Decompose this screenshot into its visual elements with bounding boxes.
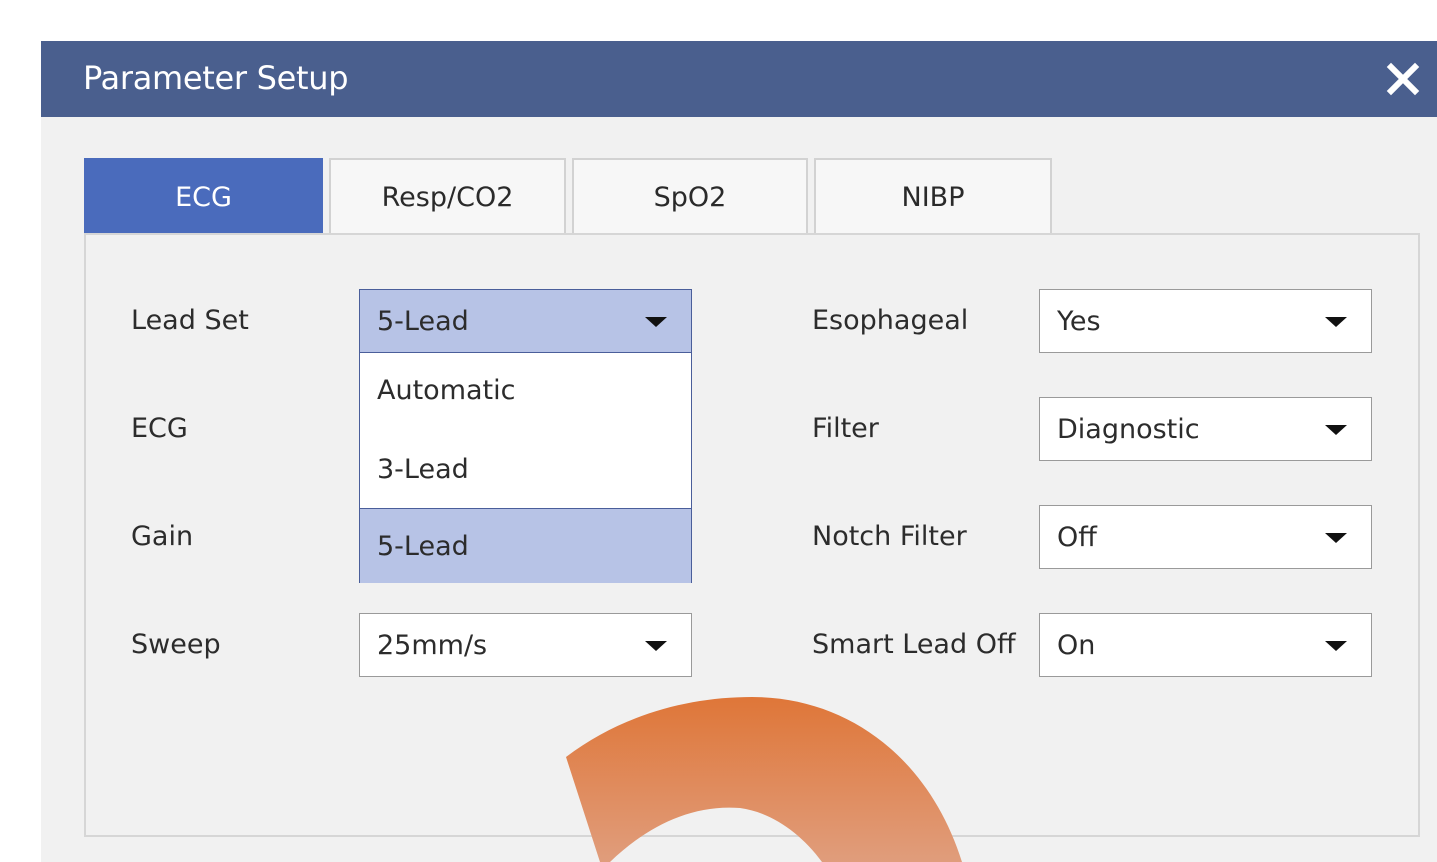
tab-resp-co2[interactable]: Resp/CO2	[329, 158, 566, 234]
tab-label: ECG	[175, 181, 232, 213]
notch-filter-label: Notch Filter	[812, 521, 967, 552]
esophageal-label: Esophageal	[812, 305, 969, 336]
lead-set-value: 5-Lead	[377, 306, 469, 337]
smart-lead-off-value: On	[1057, 630, 1096, 661]
chevron-down-icon	[1325, 317, 1347, 327]
parameter-setup-dialog: Parameter Setup ECG Resp/CO2 SpO2 NIBP L…	[41, 41, 1437, 862]
filter-value: Diagnostic	[1057, 414, 1200, 445]
tab-spo2[interactable]: SpO2	[572, 158, 808, 234]
option-label: Automatic	[377, 375, 516, 406]
close-icon	[1386, 62, 1420, 96]
chevron-down-icon	[1325, 641, 1347, 651]
sweep-select[interactable]: 25mm/s	[359, 613, 692, 677]
sweep-label: Sweep	[131, 629, 221, 660]
chevron-down-icon	[1325, 533, 1347, 543]
dropdown-option-5-lead[interactable]: 5-Lead	[360, 508, 691, 583]
ecg-label: ECG	[131, 413, 188, 444]
lead-set-select[interactable]: 5-Lead	[359, 289, 692, 353]
lead-set-dropdown-list: Automatic 3-Lead 5-Lead	[359, 353, 692, 583]
notch-filter-value: Off	[1057, 522, 1097, 553]
lead-set-label: Lead Set	[131, 305, 249, 336]
option-label: 3-Lead	[377, 454, 469, 485]
tab-nibp[interactable]: NIBP	[814, 158, 1052, 234]
sweep-value: 25mm/s	[377, 630, 488, 661]
chevron-down-icon	[1325, 425, 1347, 435]
tab-ecg[interactable]: ECG	[84, 158, 323, 234]
filter-select[interactable]: Diagnostic	[1039, 397, 1372, 461]
esophageal-value: Yes	[1057, 306, 1101, 337]
option-label: 5-Lead	[377, 531, 469, 562]
tab-label: NIBP	[901, 181, 965, 213]
notch-filter-select[interactable]: Off	[1039, 505, 1372, 569]
tab-label: SpO2	[653, 181, 727, 213]
smart-lead-off-label: Smart Lead Off	[812, 629, 1016, 660]
dropdown-option-3-lead[interactable]: 3-Lead	[360, 430, 691, 508]
tab-label: Resp/CO2	[381, 181, 514, 213]
close-button[interactable]	[1381, 57, 1425, 101]
gain-label: Gain	[131, 521, 194, 552]
smart-lead-off-select[interactable]: On	[1039, 613, 1372, 677]
title-bar: Parameter Setup	[41, 41, 1437, 117]
esophageal-select[interactable]: Yes	[1039, 289, 1372, 353]
filter-label: Filter	[812, 413, 879, 444]
chevron-down-icon	[645, 641, 667, 651]
chevron-down-icon	[645, 317, 667, 327]
dialog-title: Parameter Setup	[83, 59, 349, 97]
dropdown-option-automatic[interactable]: Automatic	[360, 353, 691, 430]
